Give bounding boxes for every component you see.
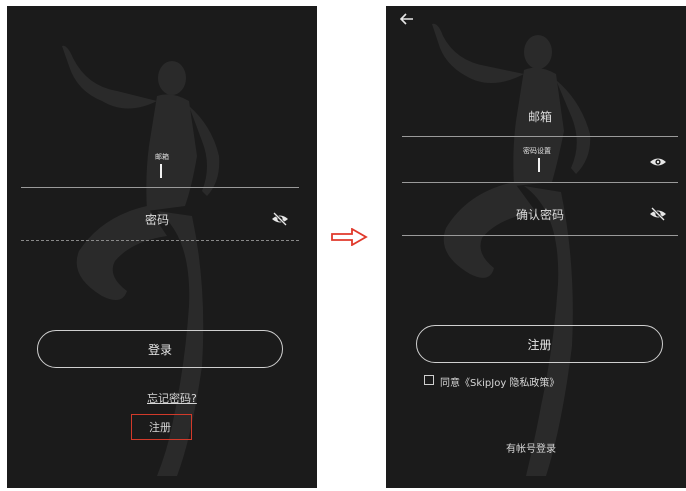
agree-checkbox[interactable] [424, 375, 434, 385]
login-button[interactable]: 登录 [37, 330, 283, 368]
privacy-policy-agree-text[interactable]: 同意《SkipJoy 隐私政策》 [440, 374, 559, 389]
background-athlete-image [432, 23, 591, 476]
login-link[interactable]: 有帐号登录 [506, 440, 556, 455]
right-arrow-icon [330, 227, 368, 250]
register-button[interactable]: 注册 [416, 325, 663, 363]
back-arrow-icon[interactable] [399, 12, 415, 26]
register-link[interactable]: 注册 [149, 419, 171, 435]
password-field-label: 密码设置 [523, 147, 551, 155]
password-field-cursor[interactable] [538, 158, 540, 172]
confirm-password-input[interactable]: 确认密码 [504, 206, 576, 223]
password-field-underline [21, 240, 299, 241]
password-input[interactable]: 密码 [127, 211, 187, 228]
login-screen: 邮箱 密码 登录 忘记密码? 注册 [7, 6, 317, 488]
password-field-underline [402, 182, 678, 183]
confirm-password-underline [402, 235, 678, 236]
email-field-underline [21, 187, 299, 188]
register-screen: 邮箱 密码设置 确认密码 注册 同意《SkipJoy 隐私政策》 有帐号登录 [386, 6, 686, 488]
email-field-cursor[interactable] [160, 164, 162, 178]
email-input[interactable]: 邮箱 [510, 108, 570, 125]
eye-icon[interactable] [649, 155, 667, 169]
eye-off-icon[interactable] [271, 211, 289, 227]
forgot-password-link[interactable]: 忘记密码? [147, 390, 197, 406]
email-field-label: 邮箱 [155, 153, 169, 161]
eye-off-icon[interactable] [649, 207, 667, 221]
email-field-underline [402, 136, 678, 137]
